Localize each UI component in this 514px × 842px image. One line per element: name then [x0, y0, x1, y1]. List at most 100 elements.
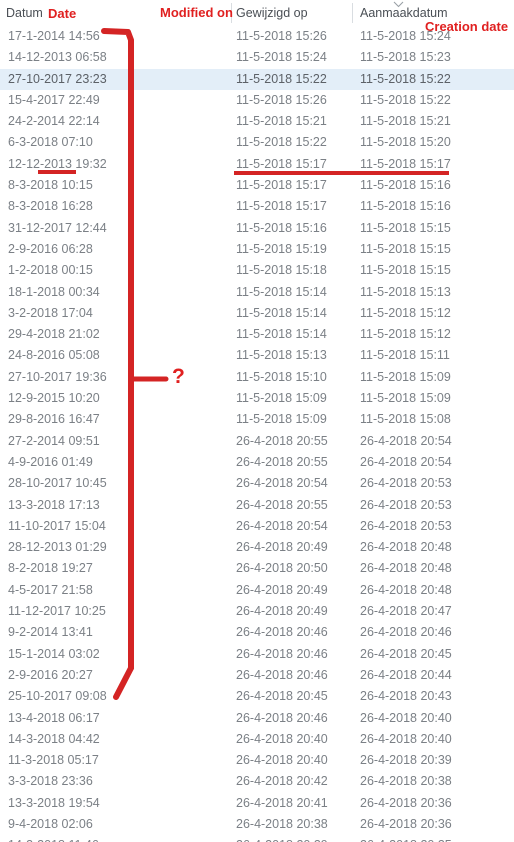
- cell-datum: 8-3-2018 16:28: [8, 199, 93, 214]
- table-row[interactable]: 24-8-2016 05:08 11-5-2018 15:13 11-5-2018 …: [0, 345, 514, 366]
- cell-aanmaakdatum: 11-5-2018 15:16: [360, 199, 451, 214]
- cell-gewijzigd_op: 11-5-2018 15:14: [236, 327, 327, 342]
- table-row[interactable]: 17-1-2014 14:56 11-5-2018 15:26 11-5-2018 …: [0, 26, 514, 47]
- cell-aanmaakdatum: 26-4-2018 20:48: [360, 540, 452, 555]
- cell-gewijzigd_op: 11-5-2018 15:17: [236, 199, 327, 214]
- table-row[interactable]: 29-8-2016 16:47 11-5-2018 15:09 11-5-2018 …: [0, 409, 514, 430]
- table-row[interactable]: 11-10-2017 15:04 26-4-2018 20:54 26-4-2018…: [0, 516, 514, 537]
- cell-gewijzigd_op: 26-4-2018 20:54: [236, 476, 328, 491]
- cell-datum: 8-2-2018 19:27: [8, 561, 93, 576]
- cell-datum: 6-3-2018 07:10: [8, 135, 93, 150]
- column-header-datum[interactable]: Datum: [6, 6, 43, 20]
- table-row[interactable]: 11-12-2017 10:25 26-4-2018 20:49 26-4-2018…: [0, 601, 514, 622]
- table-row[interactable]: 2-9-2016 06:28 11-5-2018 15:19 11-5-2018 1…: [0, 239, 514, 260]
- table-row[interactable]: 14-12-2013 06:58 11-5-2018 15:24 11-5-2018…: [0, 47, 514, 68]
- cell-aanmaakdatum: 11-5-2018 15:15: [360, 241, 451, 256]
- cell-aanmaakdatum: 11-5-2018 15:21: [360, 114, 451, 129]
- cell-aanmaakdatum: 26-4-2018 20:36: [360, 816, 452, 831]
- column-divider[interactable]: [352, 3, 353, 23]
- cell-gewijzigd_op: 11-5-2018 15:14: [236, 305, 327, 320]
- cell-datum: 9-4-2018 02:06: [8, 816, 93, 831]
- column-divider[interactable]: [231, 3, 232, 23]
- cell-datum: 9-2-2014 13:41: [8, 625, 93, 640]
- cell-aanmaakdatum: 26-4-2018 20:46: [360, 625, 452, 640]
- table-row[interactable]: 27-10-2017 19:36 11-5-2018 15:10 11-5-2018…: [0, 367, 514, 388]
- table-row[interactable]: 12-9-2015 10:20 11-5-2018 15:09 11-5-2018 …: [0, 388, 514, 409]
- cell-datum: 12-12-2013 19:32: [8, 156, 107, 171]
- cell-aanmaakdatum: 26-4-2018 20:47: [360, 604, 452, 619]
- cell-aanmaakdatum: 11-5-2018 15:22: [360, 92, 451, 107]
- cell-gewijzigd_op: 26-4-2018 20:42: [236, 774, 328, 789]
- table-row[interactable]: 8-3-2018 16:28 11-5-2018 15:17 11-5-2018 1…: [0, 196, 514, 217]
- table-row[interactable]: 29-4-2018 21:02 11-5-2018 15:14 11-5-2018 …: [0, 324, 514, 345]
- table-row-selected[interactable]: 27-10-2017 23:23 11-5-2018 15:22 11-5-2018…: [0, 68, 514, 90]
- cell-aanmaakdatum: 26-4-2018 20:36: [360, 795, 452, 810]
- cell-gewijzigd_op: 26-4-2018 20:55: [236, 497, 328, 512]
- cell-datum: 31-12-2017 12:44: [8, 220, 107, 235]
- table-row[interactable]: 25-10-2017 09:08 26-4-2018 20:45 26-4-2018…: [0, 686, 514, 707]
- cell-aanmaakdatum: 26-4-2018 20:48: [360, 582, 452, 597]
- table-row[interactable]: 15-1-2014 03:02 26-4-2018 20:46 26-4-2018 …: [0, 644, 514, 665]
- table-row[interactable]: 13-3-2018 17:13 26-4-2018 20:55 26-4-2018 …: [0, 495, 514, 516]
- table-row[interactable]: 28-10-2017 10:45 26-4-2018 20:54 26-4-2018…: [0, 473, 514, 494]
- cell-aanmaakdatum: 11-5-2018 15:15: [360, 220, 451, 235]
- cell-aanmaakdatum: 11-5-2018 15:13: [360, 284, 451, 299]
- table-row[interactable]: 28-12-2013 01:29 26-4-2018 20:49 26-4-2018…: [0, 537, 514, 558]
- cell-aanmaakdatum: 11-5-2018 15:20: [360, 135, 451, 150]
- table-row[interactable]: 2-9-2016 20:27 26-4-2018 20:46 26-4-2018 2…: [0, 665, 514, 686]
- table-row[interactable]: 9-4-2018 02:06 26-4-2018 20:38 26-4-2018 2…: [0, 814, 514, 835]
- cell-gewijzigd_op: 11-5-2018 15:22: [236, 135, 327, 150]
- cell-gewijzigd_op: 26-4-2018 20:49: [236, 540, 328, 555]
- table-row[interactable]: 9-2-2014 13:41 26-4-2018 20:46 26-4-2018 2…: [0, 622, 514, 643]
- cell-gewijzigd_op: 26-4-2018 20:40: [236, 753, 328, 768]
- cell-datum: 29-8-2016 16:47: [8, 412, 100, 427]
- cell-datum: 27-10-2017 19:36: [8, 369, 107, 384]
- table-row[interactable]: 13-3-2018 19:54 26-4-2018 20:41 26-4-2018 …: [0, 793, 514, 814]
- table-row[interactable]: 18-1-2018 00:34 11-5-2018 15:14 11-5-2018 …: [0, 282, 514, 303]
- table-row[interactable]: 14-3-2018 11:46 26-4-2018 20:39 26-4-2018 …: [0, 835, 514, 842]
- table-row[interactable]: 6-3-2018 07:10 11-5-2018 15:22 11-5-2018 1…: [0, 132, 514, 153]
- table-row[interactable]: 14-3-2018 04:42 26-4-2018 20:40 26-4-2018 …: [0, 729, 514, 750]
- cell-datum: 24-2-2014 22:14: [8, 114, 100, 129]
- cell-datum: 11-10-2017 15:04: [8, 518, 106, 533]
- cell-datum: 14-3-2018 04:42: [8, 731, 100, 746]
- cell-gewijzigd_op: 26-4-2018 20:49: [236, 604, 328, 619]
- cell-datum: 1-2-2018 00:15: [8, 263, 93, 278]
- column-header-aanmaakdatum[interactable]: Aanmaakdatum: [360, 6, 448, 20]
- table-row[interactable]: 1-2-2018 00:15 11-5-2018 15:18 11-5-2018 1…: [0, 260, 514, 281]
- cell-datum: 2-9-2016 06:28: [8, 241, 93, 256]
- cell-gewijzigd_op: 11-5-2018 15:17: [236, 156, 327, 171]
- cell-aanmaakdatum: 26-4-2018 20:54: [360, 433, 452, 448]
- cell-aanmaakdatum: 11-5-2018 15:09: [360, 391, 451, 406]
- cell-datum: 15-4-2017 22:49: [8, 92, 100, 107]
- cell-aanmaakdatum: 11-5-2018 15:22: [360, 71, 451, 86]
- table-row[interactable]: 15-4-2017 22:49 11-5-2018 15:26 11-5-2018 …: [0, 90, 514, 111]
- cell-datum: 24-8-2016 05:08: [8, 348, 100, 363]
- table-row[interactable]: 8-3-2018 10:15 11-5-2018 15:17 11-5-2018 1…: [0, 175, 514, 196]
- cell-gewijzigd_op: 11-5-2018 15:17: [236, 178, 327, 193]
- column-header-gewijzigd-op[interactable]: Gewijzigd op: [236, 6, 308, 20]
- table-row[interactable]: 11-3-2018 05:17 26-4-2018 20:40 26-4-2018 …: [0, 750, 514, 771]
- table-row[interactable]: 4-5-2017 21:58 26-4-2018 20:49 26-4-2018 2…: [0, 580, 514, 601]
- table-row[interactable]: 3-3-2018 23:36 26-4-2018 20:42 26-4-2018 2…: [0, 771, 514, 792]
- table-row[interactable]: 3-2-2018 17:04 11-5-2018 15:14 11-5-2018 1…: [0, 303, 514, 324]
- table-row[interactable]: 24-2-2014 22:14 11-5-2018 15:21 11-5-2018 …: [0, 111, 514, 132]
- cell-aanmaakdatum: 11-5-2018 15:12: [360, 327, 451, 342]
- file-list-rows[interactable]: 17-1-2014 14:56 11-5-2018 15:26 11-5-2018 …: [0, 26, 514, 842]
- table-row[interactable]: 31-12-2017 12:44 11-5-2018 15:16 11-5-2018…: [0, 218, 514, 239]
- cell-datum: 8-3-2018 10:15: [8, 178, 93, 193]
- cell-aanmaakdatum: 26-4-2018 20:38: [360, 774, 452, 789]
- table-row[interactable]: 27-2-2014 09:51 26-4-2018 20:55 26-4-2018 …: [0, 431, 514, 452]
- table-row[interactable]: 4-9-2016 01:49 26-4-2018 20:55 26-4-2018 2…: [0, 452, 514, 473]
- cell-aanmaakdatum: 11-5-2018 15:12: [360, 305, 451, 320]
- table-row[interactable]: 13-4-2018 06:17 26-4-2018 20:46 26-4-2018 …: [0, 708, 514, 729]
- table-row[interactable]: 12-12-2013 19:32 11-5-2018 15:17 11-5-2018…: [0, 154, 514, 175]
- cell-aanmaakdatum: 11-5-2018 15:23: [360, 50, 451, 65]
- cell-datum: 13-4-2018 06:17: [8, 710, 100, 725]
- cell-gewijzigd_op: 11-5-2018 15:09: [236, 412, 327, 427]
- cell-gewijzigd_op: 11-5-2018 15:16: [236, 220, 327, 235]
- cell-aanmaakdatum: 26-4-2018 20:53: [360, 497, 452, 512]
- cell-datum: 12-9-2015 10:20: [8, 391, 100, 406]
- cell-aanmaakdatum: 26-4-2018 20:54: [360, 454, 452, 469]
- table-row[interactable]: 8-2-2018 19:27 26-4-2018 20:50 26-4-2018 2…: [0, 558, 514, 579]
